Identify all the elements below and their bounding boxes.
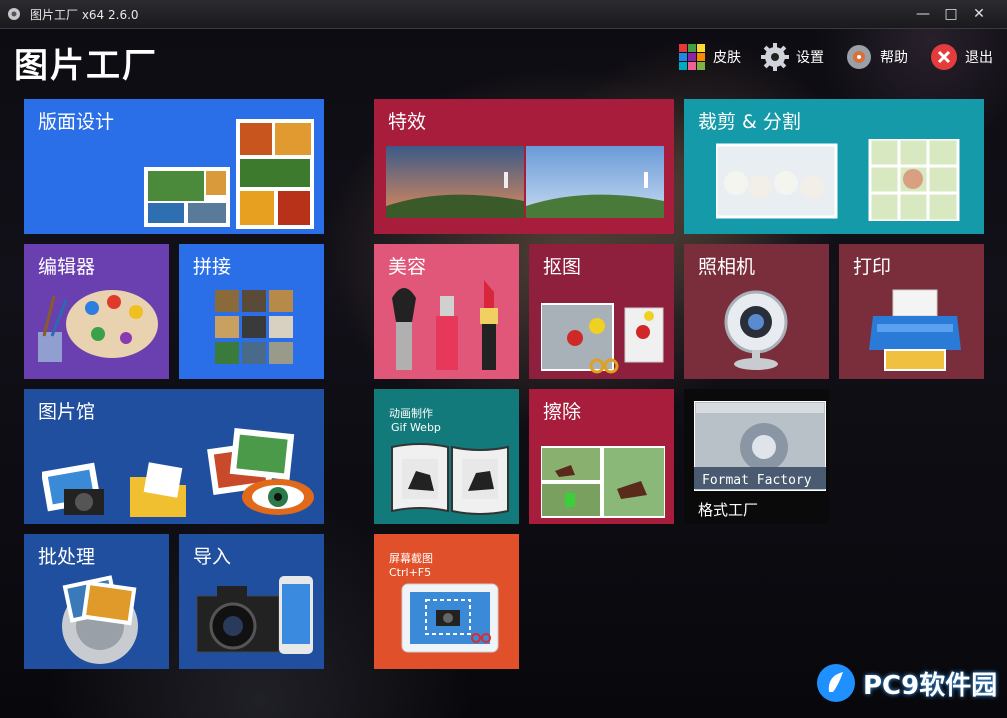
help-label: 帮助 [880,50,908,66]
tile-screenshot-shortcut: Ctrl+F5 [389,566,432,579]
tile-stitch-label: 拼接 [193,256,232,278]
help-menu-item[interactable]: 帮助 [844,42,908,72]
exit-label: 退出 [965,50,993,66]
tile-beauty-label: 美容 [388,256,427,278]
tile-screenshot[interactable]: 屏幕截图 Ctrl+F5 [374,534,519,669]
tile-crop-split[interactable]: 裁剪 & 分割 [684,99,984,234]
screen-capture-icon [401,583,499,653]
tile-camera[interactable]: 照相机 [684,244,829,379]
tile-editor-label: 编辑器 [38,256,96,278]
tile-print[interactable]: 打印 [839,244,984,379]
tile-animation-label: 动画制作 [389,407,433,420]
help-gear-icon [847,45,871,69]
erase-deer-icon [541,446,665,518]
tile-stitch[interactable]: 拼接 [179,244,324,379]
printer-icon [869,289,961,371]
tile-erase[interactable]: 擦除 [529,389,674,524]
close-button[interactable]: ✕ [966,4,992,24]
tile-cutout[interactable]: 抠图 [529,244,674,379]
app-gear-icon [8,8,20,20]
tile-print-label: 打印 [853,256,892,278]
photo-grid-icon [215,290,293,364]
tile-cutout-label: 抠图 [543,256,582,278]
watermark-logo-icon [817,664,855,702]
tile-erase-label: 擦除 [543,401,582,423]
makeup-icon [392,280,498,370]
tile-effects[interactable]: 特效 [374,99,674,234]
tile-batch[interactable]: 批处理 [24,534,169,669]
minimize-button[interactable]: — [910,4,936,24]
main-window: 图片工厂 x64 2.6.0 — □ ✕ 图片工厂 皮肤 设置 帮助 退出 版面… [0,0,1007,718]
window-title: 图片工厂 x64 2.6.0 [30,8,139,22]
tile-effects-label: 特效 [388,111,427,133]
skin-menu-item[interactable]: 皮肤 [677,42,741,72]
watermark-text: PC9软件园 [863,670,998,701]
exit-menu-item[interactable]: 退出 [929,42,993,72]
tile-animation[interactable]: 动画制作 Gif Webp [374,389,519,524]
settings-label: 设置 [796,50,824,66]
app-title: 图片工厂 [14,46,158,86]
tile-gallery[interactable]: 图片馆 [24,389,324,524]
tile-editor[interactable]: 编辑器 [24,244,169,379]
tile-import[interactable]: 导入 [179,534,324,669]
tile-camera-label: 照相机 [698,256,756,278]
tile-beauty[interactable]: 美容 [374,244,519,379]
lighthouse-landscape-icon [386,146,664,218]
tile-screenshot-label: 屏幕截图 [389,552,433,565]
tile-format-factory-label: 格式工厂 [698,501,759,519]
tile-format-factory[interactable]: Format Factory 格式工厂 [684,389,829,524]
gallery-icons [42,427,314,517]
maximize-button[interactable]: □ [938,4,964,24]
settings-gear-icon [761,43,789,71]
puppies-crop-icon [716,139,960,221]
webcam-icon [724,290,788,370]
watermark: PC9软件园 [815,662,997,704]
settings-menu-item[interactable]: 设置 [760,42,824,72]
batch-gear-photos-icon [62,575,138,664]
exit-close-icon [931,44,957,70]
tile-import-label: 导入 [193,546,232,568]
film-strip-icon [391,443,509,515]
tile-batch-label: 批处理 [38,546,96,568]
skin-palette-icon [679,44,705,70]
cutout-scissors-icon [541,303,664,374]
photo-collage-icon [144,119,314,229]
title-bar: 图片工厂 x64 2.6.0 — □ ✕ [0,0,1007,29]
tile-layout-design[interactable]: 版面设计 [24,99,324,234]
paint-palette-icon [38,290,158,362]
tile-layout-design-label: 版面设计 [38,111,115,133]
camera-phone-icon [196,576,313,654]
skin-label: 皮肤 [713,50,741,66]
format-factory-logo-text: Format Factory [702,473,812,488]
tile-gallery-label: 图片馆 [38,401,96,423]
tile-crop-split-label: 裁剪 & 分割 [698,111,801,133]
tile-animation-sublabel: Gif Webp [391,421,441,434]
